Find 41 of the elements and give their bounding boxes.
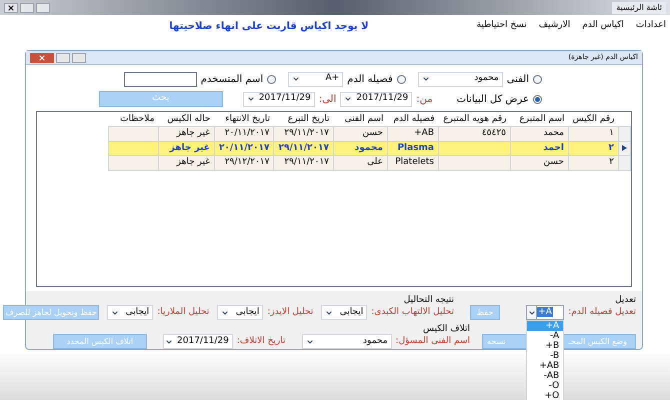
group-title: نتيجه التحاليل (402, 295, 454, 305)
table-cell: +AB (388, 126, 438, 141)
group-title: اتلاف الكيس (422, 324, 470, 334)
field-label: تحليل الايدز: (267, 306, 314, 319)
radio-label: فصيله الدم (347, 72, 393, 86)
column-header: رقم هويه المتبرع (438, 112, 510, 126)
column-header: ملاحظات (108, 112, 158, 126)
column-header: حاله الكيس (158, 112, 214, 126)
column-header: فصيله الدم (388, 112, 438, 126)
table-cell: ١ (568, 126, 618, 141)
field-label: تحليل الملاريا: (157, 306, 210, 319)
radio-label: الفنى (506, 72, 529, 86)
table-cell: Platelets (388, 156, 438, 170)
field-label: تحليل الالتهاب الكبدى: (371, 306, 454, 319)
table-cell: محمد (510, 126, 568, 141)
field-label: تاريخ الاتلاف: (236, 334, 286, 348)
radio-label: اسم المتسخدم (200, 72, 264, 86)
column-header: رقم الكيس (568, 112, 618, 126)
column-header: اسم الفنى (334, 112, 388, 126)
group-title: تعديل (614, 295, 636, 305)
table-cell: ٢ (568, 156, 618, 170)
alert-message: لا يوجد اكياس قاربت على انهاء صلاحيتها (169, 20, 369, 34)
from-label: من: (416, 92, 433, 106)
column-header: تاريخ الانتهاء (214, 112, 274, 126)
radio-label: عرض كل البيانات (456, 92, 529, 106)
table-cell: على (334, 156, 388, 170)
table-cell: غير جاهز (158, 126, 214, 141)
table-cell: ٢٩/١٢/٢٠١٧ (214, 156, 274, 170)
field-label: تعديل فصيله الدم: (568, 306, 636, 319)
field-label: اسم الفنى المسؤل: (396, 334, 470, 348)
table-cell: غير جاهز (158, 156, 214, 170)
column-header: اسم المتبرع (510, 112, 568, 126)
table-cell: حسن (334, 126, 388, 141)
table-cell: ٢٩/١١/٢٠١٧ (274, 126, 334, 141)
table-cell: ٤٥٤٢٥ (438, 126, 510, 141)
window-title: ئاشة الرئيسية (612, 2, 666, 14)
table-cell: حسن (510, 156, 568, 170)
table-cell: ٢٩/١١/٢٠١٧ (274, 156, 334, 170)
to-label: الى: (318, 92, 336, 106)
table-cell: ٢٠/١١/٢٠١٧ (214, 126, 274, 141)
column-header: تاريخ التبرع (274, 112, 334, 126)
